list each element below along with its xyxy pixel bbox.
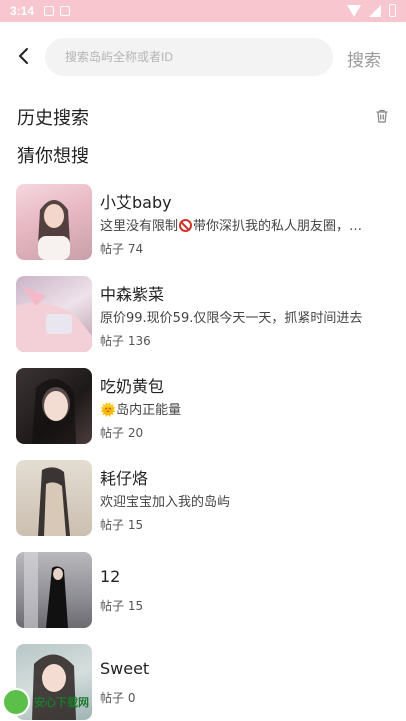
island-name: 12 [100, 567, 121, 586]
island-name: 耗仔烙 [100, 469, 149, 488]
watermark-logo-icon [2, 688, 30, 716]
island-name: 吃奶黄包 [100, 377, 165, 396]
island-desc: 🌞岛内正能量 [100, 403, 182, 418]
notification-icon [44, 6, 55, 16]
signal-icon [369, 4, 381, 17]
search-button[interactable]: 搜索 [347, 46, 381, 71]
trash-icon[interactable] [374, 108, 390, 124]
back-icon[interactable] [12, 44, 36, 68]
island-item[interactable]: 12 帖子 15 [0, 552, 406, 628]
status-icons [347, 4, 396, 17]
island-post-count: 帖子 15 [100, 599, 144, 613]
island-name: 中森紫菜 [100, 285, 165, 304]
battery-icon [389, 4, 396, 17]
island-item[interactable]: 耗仔烙 欢迎宝宝加入我的岛屿 帖子 15 [0, 460, 406, 536]
island-avatar [16, 184, 92, 260]
island-avatar [16, 552, 92, 628]
notification-icon [60, 6, 71, 16]
search-header: 搜索 [0, 36, 406, 78]
island-desc: 这里没有限制 带你深扒我的私人朋友圈，… [100, 215, 390, 234]
watermark: 安心下载网 [2, 688, 89, 716]
search-input[interactable] [45, 38, 333, 76]
status-time: 3:14 [10, 4, 35, 18]
island-post-count: 帖子 20 [100, 426, 144, 440]
island-post-count: 帖子 74 [100, 242, 144, 256]
island-avatar [16, 276, 92, 352]
suggest-title: 猜你想搜 [17, 146, 89, 167]
island-desc: 欢迎宝宝加入我的岛屿 [100, 495, 231, 510]
prohibited-icon [179, 219, 193, 232]
island-post-count: 帖子 0 [100, 691, 136, 705]
island-item[interactable]: 小艾baby 这里没有限制 带你深扒我的私人朋友圈，… 帖子 74 [0, 184, 406, 260]
island-name: 小艾baby [100, 193, 172, 212]
desc-text: 这里没有限制 [100, 219, 179, 234]
island-avatar [16, 460, 92, 536]
history-title: 历史搜索 [17, 108, 89, 129]
island-item[interactable]: 吃奶黄包 🌞岛内正能量 帖子 20 [0, 368, 406, 444]
status-bar: 3:14 [0, 0, 406, 22]
island-desc: 原价99.现价59.仅限今天一天，抓紧时间进去 [100, 311, 363, 326]
island-avatar [16, 368, 92, 444]
island-post-count: 帖子 15 [100, 518, 144, 532]
island-post-count: 帖子 136 [100, 334, 151, 348]
wifi-icon [347, 4, 361, 17]
watermark-text: 安心下载网 [34, 696, 89, 709]
island-item[interactable]: 中森紫菜 原价99.现价59.仅限今天一天，抓紧时间进去 帖子 136 [0, 276, 406, 352]
island-name: Sweet [100, 659, 150, 678]
desc-text: 带你深扒我的私人朋友圈，… [193, 219, 363, 234]
